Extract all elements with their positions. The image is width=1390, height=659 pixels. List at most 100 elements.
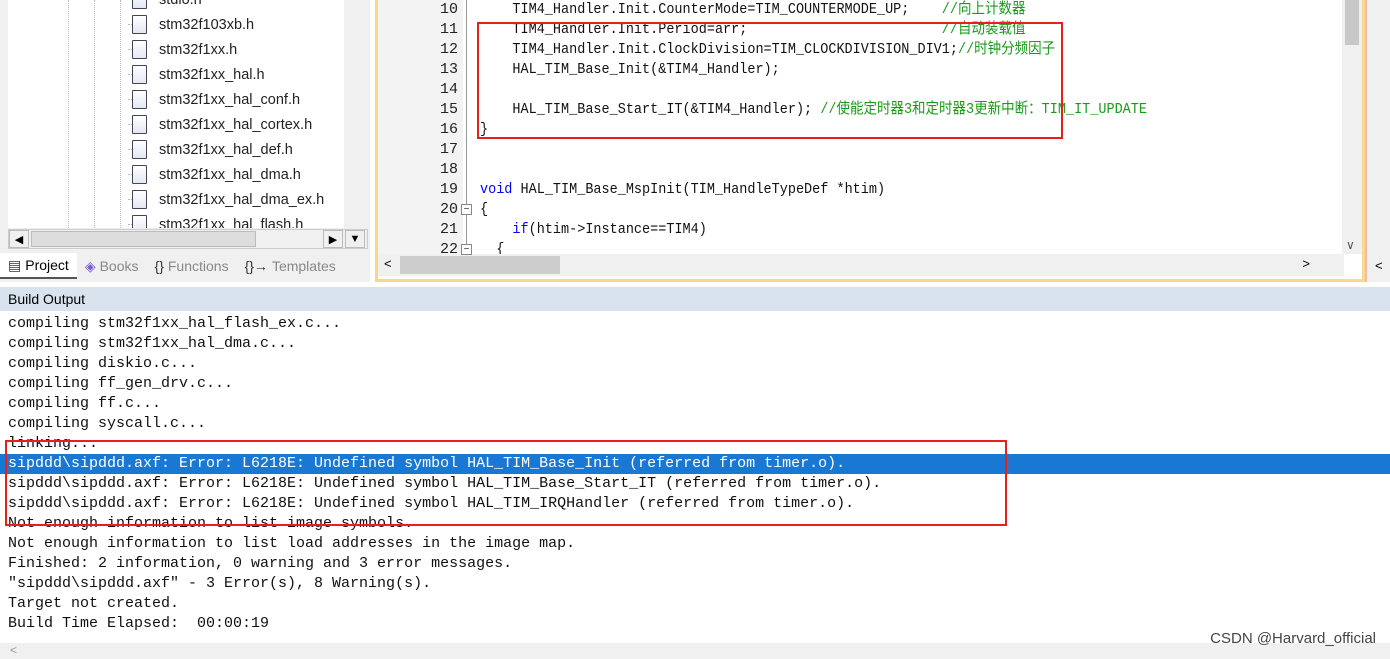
code-line: void HAL_TIM_Base_MspInit(TIM_HandleType…	[480, 180, 885, 200]
output-line[interactable]: Not enough information to list load addr…	[0, 534, 1390, 554]
line-number: 20	[439, 201, 458, 218]
file-name: stm32f1xx_hal_flash.h	[159, 216, 304, 229]
tree-file-item[interactable]: stm32f1xx_hal.h	[132, 62, 265, 87]
file-icon	[132, 0, 147, 9]
file-name: stm32f1xx_hal_def.h	[159, 141, 293, 158]
tree-file-item[interactable]: stm32f1xx.h	[132, 37, 237, 62]
project-tree: stdio.h stm32f103xb.h stm32f1xx.h stm32f1xx…	[8, 0, 344, 228]
file-icon	[132, 90, 147, 109]
file-icon	[132, 115, 147, 134]
scroll-left-icon[interactable]: <	[384, 256, 392, 271]
line-number: 10	[439, 1, 458, 18]
tree-file-item[interactable]: stm32f1xx_hal_conf.h	[132, 87, 300, 112]
output-line[interactable]: compiling ff_gen_drv.c...	[0, 374, 1390, 394]
line-number: 16	[439, 121, 458, 138]
line-number: 21	[439, 221, 458, 238]
code-line: HAL_TIM_Base_Init(&TIM4_Handler);	[480, 60, 780, 80]
tab-label: Templates	[271, 258, 336, 274]
dropdown-icon[interactable]: ▼	[345, 230, 365, 248]
tree-file-item[interactable]: stm32f103xb.h	[132, 12, 254, 37]
code-comment: //向上计数器	[941, 1, 1026, 18]
code-text: HAL_TIM_Base_Init(&TIM4_Handler);	[480, 61, 780, 78]
file-name: stm32f1xx_hal_dma.h	[159, 166, 301, 183]
code-comment: //使能定时器3和定时器3更新中断：TIM_IT_UPDATE	[820, 101, 1147, 118]
file-icon	[132, 40, 147, 59]
build-output-panel[interactable]: compiling stm32f1xx_hal_flash_ex.c... com…	[0, 312, 1390, 643]
fold-toggle-icon[interactable]: −	[461, 244, 472, 255]
output-line[interactable]: compiling stm32f1xx_hal_flash_ex.c...	[0, 314, 1390, 334]
project-icon: ▤	[8, 256, 22, 273]
books-icon: ◈	[84, 257, 96, 274]
code-text: HAL_TIM_Base_Start_IT(&TIM4_Handler);	[480, 101, 821, 118]
scroll-thumb[interactable]	[31, 231, 256, 247]
output-line[interactable]: linking...	[0, 434, 1390, 454]
build-output-title: Build Output	[0, 287, 1390, 311]
code-text: (htim->Instance==TIM4)	[528, 221, 707, 238]
file-icon	[132, 165, 147, 184]
file-name: stm32f1xx.h	[159, 41, 238, 58]
code-text: TIM4_Handler.Init.Period=arr;	[480, 21, 942, 38]
editor-horizontal-scrollbar[interactable]: < >	[378, 254, 1344, 276]
scroll-thumb[interactable]	[400, 256, 560, 274]
keyword: if	[480, 221, 529, 238]
file-icon	[132, 190, 147, 209]
output-line[interactable]: compiling syscall.c...	[0, 414, 1390, 434]
braces-icon: {}	[154, 258, 164, 274]
line-number: 12	[439, 41, 458, 58]
file-name: stm32f1xx_hal_conf.h	[159, 91, 301, 108]
scroll-right-icon[interactable]: ▶	[323, 230, 343, 248]
line-number: 18	[439, 161, 458, 178]
line-number: 13	[439, 61, 458, 78]
tab-books[interactable]: ◈ Books	[77, 253, 147, 279]
code-line: }	[480, 120, 488, 140]
line-number: 17	[439, 141, 458, 158]
fold-toggle-icon[interactable]: −	[461, 204, 472, 215]
output-line[interactable]: compiling diskio.c...	[0, 354, 1390, 374]
output-line[interactable]: compiling ff.c...	[0, 394, 1390, 414]
output-line[interactable]: Finished: 2 information, 0 warning and 3…	[0, 554, 1390, 574]
tree-file-item[interactable]: stm32f1xx_hal_def.h	[132, 137, 293, 162]
tree-file-item[interactable]: stm32f1xx_hal_dma.h	[132, 162, 301, 187]
output-horizontal-scrollbar[interactable]: <	[0, 643, 1390, 659]
tree-file-item[interactable]: stm32f1xx_hal_flash.h	[132, 212, 303, 228]
tab-project[interactable]: ▤ Project	[0, 253, 77, 279]
output-line[interactable]: Not enough information to list image sym…	[0, 514, 1390, 534]
tab-functions[interactable]: {} Functions	[147, 253, 237, 279]
line-number: 11	[439, 21, 458, 38]
output-line[interactable]: Target not created.	[0, 594, 1390, 614]
file-icon	[132, 140, 147, 159]
scroll-right-icon[interactable]: >	[1302, 256, 1310, 271]
output-line[interactable]: "sipddd\sipddd.axf" - 3 Error(s), 8 Warn…	[0, 574, 1390, 594]
code-line: HAL_TIM_Base_Start_IT(&TIM4_Handler); //…	[480, 100, 1147, 120]
line-number-gutter: 10 11 12 13 14 15 16 17 18 19 20 21 22	[378, 0, 463, 258]
code-text: {	[480, 201, 489, 218]
code-line: TIM4_Handler.Init.ClockDivision=TIM_CLOC…	[480, 40, 1055, 60]
output-line[interactable]: sipddd\sipddd.axf: Error: L6218E: Undefi…	[0, 494, 1390, 514]
project-panel: stdio.h stm32f103xb.h stm32f1xx.h stm32f1xx…	[0, 0, 370, 282]
code-text: }	[480, 121, 489, 138]
tree-file-item[interactable]: stm32f1xx_hal_dma_ex.h	[132, 187, 324, 212]
code-text: HAL_TIM_Base_MspInit(TIM_HandleTypeDef *…	[512, 181, 886, 198]
code-comment: //自动装载值	[941, 21, 1026, 38]
tab-label: Functions	[167, 258, 229, 274]
scroll-left-icon[interactable]: ◀	[9, 230, 29, 248]
code-editor[interactable]: 10 11 12 13 14 15 16 17 18 19 20 21 22 TIM4_Handler.…	[375, 0, 1365, 282]
tab-templates[interactable]: {}→ Templates	[237, 253, 344, 279]
tab-label: Books	[99, 258, 139, 274]
output-line[interactable]: sipddd\sipddd.axf: Error: L6218E: Undefi…	[0, 454, 1390, 474]
file-name: stm32f103xb.h	[159, 16, 255, 33]
output-line[interactable]: sipddd\sipddd.axf: Error: L6218E: Undefi…	[0, 474, 1390, 494]
code-line: TIM4_Handler.Init.CounterMode=TIM_COUNTE…	[480, 0, 1025, 20]
file-name: stm32f1xx_hal.h	[159, 66, 265, 83]
tree-horizontal-scrollbar[interactable]: ◀ ▶ ▼	[8, 229, 368, 249]
keyword: void	[480, 181, 513, 198]
code-comment: //时钟分频因子	[957, 41, 1056, 58]
tree-file-item[interactable]: stm32f1xx_hal_cortex.h	[132, 112, 312, 137]
tree-file-item[interactable]: stdio.h	[132, 0, 202, 12]
project-tabs: ▤ Project ◈ Books{} Functions {}→ Templates	[0, 252, 370, 280]
output-line[interactable]: Build Time Elapsed: 00:00:19	[0, 614, 1390, 634]
tab-label: Project	[25, 257, 69, 273]
editor-vertical-scrollbar[interactable]: ∨	[1342, 0, 1362, 254]
file-name: stm32f1xx_hal_dma_ex.h	[159, 191, 325, 208]
output-line[interactable]: compiling stm32f1xx_hal_dma.c...	[0, 334, 1390, 354]
